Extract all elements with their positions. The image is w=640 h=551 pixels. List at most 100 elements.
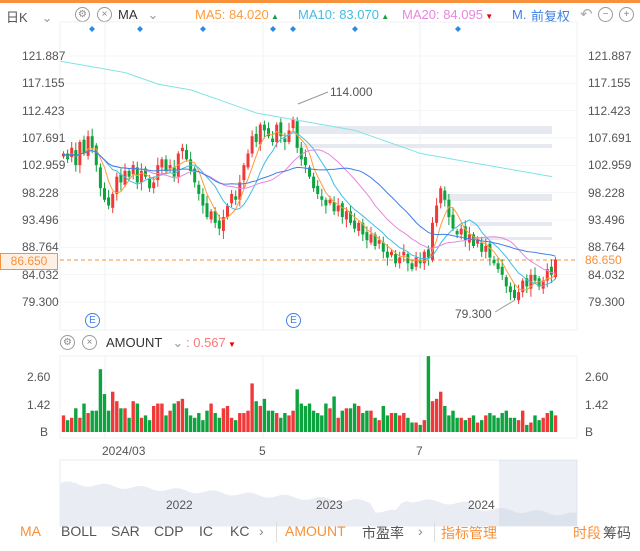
volume-bar <box>414 422 418 432</box>
volume-bar <box>418 424 422 432</box>
candle <box>246 153 250 168</box>
volume-bar <box>365 410 369 432</box>
volume-bar <box>426 356 431 432</box>
volume-bar <box>217 417 221 432</box>
candle <box>422 251 426 264</box>
volume-bar <box>131 401 135 432</box>
close-icon[interactable]: × <box>82 335 97 350</box>
volume-bar <box>270 410 275 432</box>
tool-kc[interactable]: KC <box>230 523 249 539</box>
volume-bar <box>221 408 226 432</box>
candle <box>209 211 213 220</box>
price-axis-label: 112.423 <box>588 103 631 118</box>
candle <box>324 199 328 206</box>
period-button[interactable]: 时段 <box>573 523 601 543</box>
volume-bar <box>492 415 496 432</box>
price-band <box>295 144 552 148</box>
volume-bar <box>246 410 250 432</box>
candle <box>357 222 361 231</box>
price-axis-label: 102.959 <box>22 158 66 173</box>
volume-bar <box>443 405 447 432</box>
nav-year-label: 2023 <box>316 498 343 512</box>
candle <box>439 188 443 204</box>
candle <box>86 136 90 156</box>
ma10-line <box>63 132 556 287</box>
event-diamond-icon <box>290 26 296 32</box>
candle <box>451 214 455 229</box>
candle <box>369 234 373 243</box>
tool-ic[interactable]: IC <box>199 523 213 539</box>
candle <box>103 188 106 200</box>
candle <box>107 197 111 206</box>
tool-sar[interactable]: SAR <box>111 523 140 539</box>
event-diamond-icon <box>455 26 461 32</box>
volume-indicator-select[interactable]: AMOUNT ⌄ <box>106 335 183 351</box>
tool-amount[interactable]: AMOUNT <box>285 523 346 539</box>
candle <box>230 193 234 204</box>
vol-axis-label: 1.42 <box>585 398 609 412</box>
candle <box>344 211 348 220</box>
tool-ma[interactable]: MA <box>20 523 41 539</box>
candle <box>365 232 369 241</box>
candle <box>394 254 398 264</box>
tool-pe[interactable]: 市盈率 <box>362 523 404 543</box>
volume-bar <box>549 410 554 432</box>
volume-bar <box>115 401 119 432</box>
volume-bar <box>193 417 197 432</box>
volume-bar <box>184 408 189 432</box>
chevron-right-icon[interactable]: › <box>418 523 423 539</box>
volume-bar <box>422 420 426 432</box>
candle <box>435 205 439 223</box>
candle <box>74 150 78 166</box>
candle <box>242 165 246 181</box>
volume-bar <box>553 415 558 432</box>
event-diamond-icon <box>352 26 358 32</box>
volume-bar <box>410 422 414 432</box>
tool-boll[interactable]: BOLL <box>61 523 97 539</box>
volume-bar <box>188 415 193 432</box>
price-axis-label: 102.959 <box>588 158 632 173</box>
volume-bar <box>434 398 439 432</box>
volume-bar <box>516 420 521 432</box>
event-marker-icon[interactable]: E <box>85 313 100 328</box>
volume-bar <box>70 417 74 432</box>
high-annotation: 114.000 <box>330 85 373 99</box>
x-label: 5 <box>259 444 266 458</box>
volume-bar <box>135 403 139 432</box>
volume-bar <box>459 417 463 432</box>
volume-bar <box>90 410 94 432</box>
indicator-manage-button[interactable]: 指标管理 <box>441 523 497 543</box>
volume-bar <box>328 408 332 432</box>
candle <box>402 251 406 256</box>
volume-bar <box>197 413 201 432</box>
gear-icon[interactable]: ⚙ <box>60 335 75 350</box>
volume-bar <box>500 413 504 432</box>
volume-bar <box>102 394 107 432</box>
volume-bar <box>344 408 349 432</box>
candle <box>205 203 209 218</box>
low-annotation: 79.300 <box>455 307 492 321</box>
volume-bar <box>352 403 357 432</box>
price-axis-label: 117.155 <box>588 76 631 91</box>
navigator-window[interactable] <box>499 460 577 526</box>
candle <box>201 193 205 206</box>
price-axis-label: 121.887 <box>588 49 632 63</box>
candle <box>160 159 164 168</box>
candle <box>148 178 152 189</box>
volume-bar <box>533 415 537 432</box>
vol-axis-label: 2.60 <box>585 370 609 384</box>
volume-bar <box>139 417 144 432</box>
volume-bar <box>127 417 131 432</box>
ma5-line <box>63 129 556 291</box>
volume-bar <box>389 413 394 432</box>
volume-bar <box>156 403 160 432</box>
volume-bar <box>471 415 476 432</box>
event-marker-icon[interactable]: E <box>286 313 301 328</box>
chevron-right-icon[interactable]: › <box>259 523 264 539</box>
volume-bar <box>512 417 517 432</box>
current-price-left: 86.650 <box>0 253 58 270</box>
chips-button[interactable]: 筹码 <box>603 523 631 543</box>
candle <box>291 118 295 129</box>
volume-bar <box>525 424 529 432</box>
tool-cdp[interactable]: CDP <box>154 523 184 539</box>
